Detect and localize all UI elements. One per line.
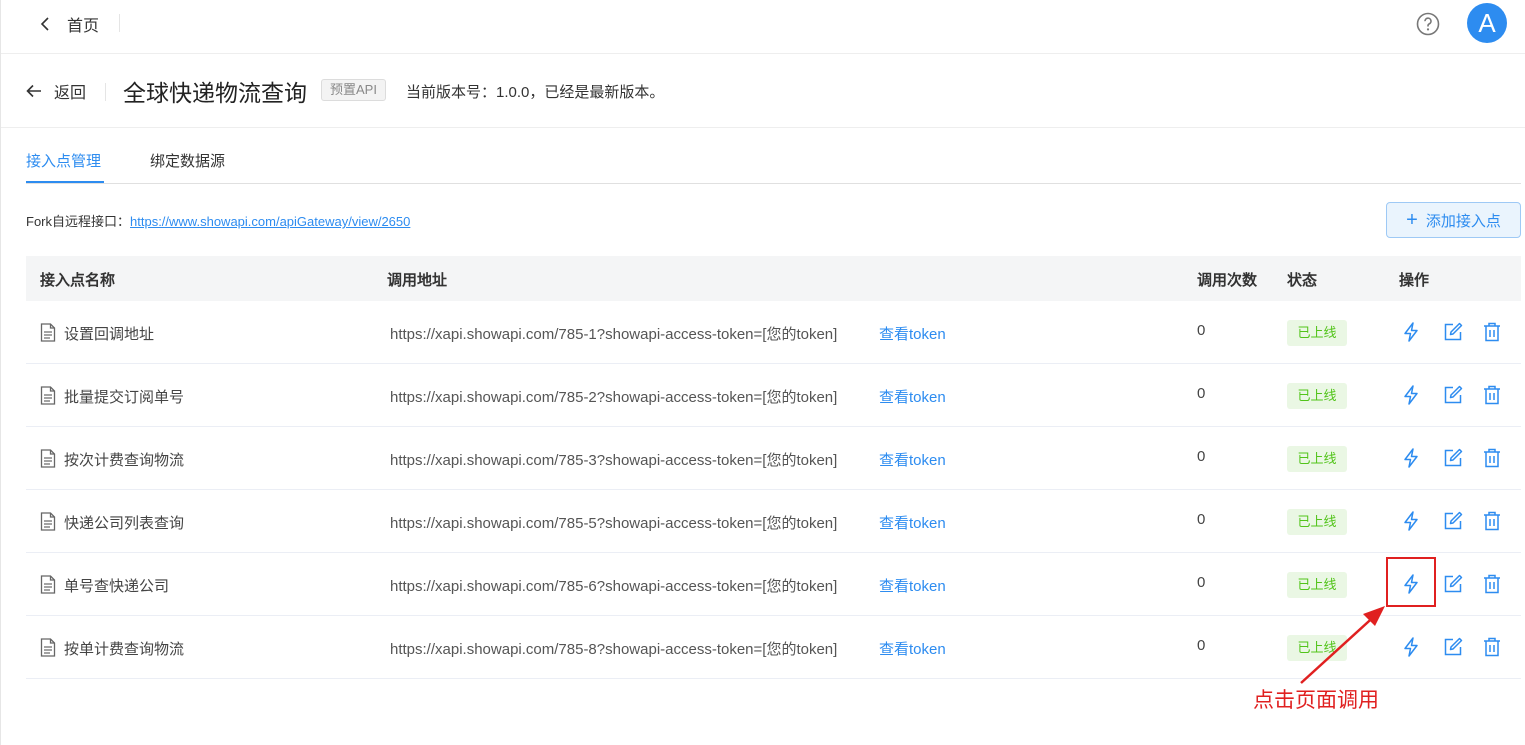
status-badge: 已上线 (1287, 320, 1347, 346)
annotation-text: 点击页面调用 (1253, 689, 1379, 712)
endpoint-url: https://xapi.showapi.com/785-3?showapi-a… (390, 452, 838, 469)
endpoint-name: 批量提交订阅单号 (64, 389, 185, 406)
lightning-icon[interactable] (1400, 447, 1422, 469)
header-status: 状态 (1287, 272, 1318, 289)
header-actions: 操作 (1399, 272, 1430, 289)
table-row: 按次计费查询物流 https://xapi.showapi.com/785-3?s… (26, 427, 1521, 490)
view-token-link[interactable]: 查看token (879, 575, 946, 596)
status-badge: 已上线 (1287, 635, 1347, 661)
trash-icon[interactable] (1481, 321, 1503, 343)
table-row: 按单计费查询物流 https://xapi.showapi.com/785-8?s… (26, 616, 1521, 679)
table-row: 快递公司列表查询 https://xapi.showapi.com/785-5?s… (26, 490, 1521, 553)
lightning-icon[interactable] (1400, 636, 1422, 658)
top-bar: 首页 A (1, 0, 1525, 54)
call-count: 0 (1197, 385, 1206, 402)
table-body: 设置回调地址 https://xapi.showapi.com/785-1?sho… (26, 301, 1521, 679)
document-icon (40, 638, 56, 657)
lightning-icon[interactable] (1400, 321, 1422, 343)
edit-icon[interactable] (1442, 447, 1464, 469)
active-tab-indicator (26, 181, 104, 183)
home-back-button[interactable]: 首页 (39, 12, 99, 36)
trash-icon[interactable] (1481, 573, 1503, 595)
tab-bar: 接入点管理 绑定数据源 (26, 128, 1521, 184)
endpoint-name: 按次计费查询物流 (64, 452, 185, 469)
edit-icon[interactable] (1442, 384, 1464, 406)
edit-icon[interactable] (1442, 510, 1464, 532)
fork-info: Fork自远程接口：https://www.showapi.com/apiGat… (26, 211, 410, 230)
divider (105, 83, 106, 101)
back-label: 返回 (54, 85, 87, 102)
endpoint-url: https://xapi.showapi.com/785-6?showapi-a… (390, 578, 838, 595)
api-type-badge: 预置API (321, 79, 386, 101)
table-row: 批量提交订阅单号 https://xapi.showapi.com/785-2?s… (26, 364, 1521, 427)
trash-icon[interactable] (1481, 384, 1503, 406)
back-button[interactable]: 返回 (26, 79, 86, 103)
call-count: 0 (1197, 574, 1206, 591)
call-count: 0 (1197, 637, 1206, 654)
annotation-highlight-box (1386, 557, 1436, 607)
arrow-left-icon (26, 84, 41, 98)
endpoint-table: 接入点名称 调用地址 调用次数 状态 操作 设置回调地址 https://xapi… (26, 256, 1521, 679)
tab-bind-datasource[interactable]: 绑定数据源 (150, 150, 225, 171)
edit-icon[interactable] (1442, 321, 1464, 343)
lightning-icon[interactable] (1400, 510, 1422, 532)
endpoint-url: https://xapi.showapi.com/785-2?showapi-a… (390, 389, 838, 406)
status-badge: 已上线 (1287, 572, 1347, 598)
add-endpoint-label: 添加接入点 (1425, 212, 1501, 230)
plus-icon: + (1406, 209, 1418, 231)
table-row: 设置回调地址 https://xapi.showapi.com/785-1?sho… (26, 301, 1521, 364)
tab-endpoint-management[interactable]: 接入点管理 (26, 150, 101, 171)
trash-icon[interactable] (1481, 447, 1503, 469)
call-count: 0 (1197, 511, 1206, 528)
status-badge: 已上线 (1287, 509, 1347, 535)
page-header: 返回 全球快递物流查询 预置API 当前版本号：1.0.0，已经是最新版本。 (1, 55, 1525, 128)
page-title: 全球快递物流查询 (123, 80, 307, 106)
header-name: 接入点名称 (40, 272, 116, 289)
trash-icon[interactable] (1481, 510, 1503, 532)
help-icon[interactable] (1416, 12, 1440, 36)
avatar[interactable]: A (1467, 3, 1507, 43)
version-text: 当前版本号：1.0.0，已经是最新版本。 (406, 84, 665, 101)
fork-link[interactable]: https://www.showapi.com/apiGateway/view/… (130, 214, 410, 229)
document-icon (40, 386, 56, 405)
document-icon (40, 575, 56, 594)
view-token-link[interactable]: 查看token (879, 449, 946, 470)
divider (119, 14, 120, 32)
endpoint-url: https://xapi.showapi.com/785-8?showapi-a… (390, 641, 838, 658)
page: 首页 A 返回 全球快递物流查询 预置API 当前版本号：1.0.0，已经是最新… (0, 0, 1525, 745)
trash-icon[interactable] (1481, 636, 1503, 658)
header-count: 调用次数 (1197, 272, 1258, 289)
lightning-icon[interactable] (1400, 384, 1422, 406)
header-url: 调用地址 (387, 272, 448, 289)
view-token-link[interactable]: 查看token (879, 323, 946, 344)
edit-icon[interactable] (1442, 573, 1464, 595)
endpoint-name: 单号查快递公司 (64, 578, 170, 595)
document-icon (40, 323, 56, 342)
add-endpoint-button[interactable]: + 添加接入点 (1386, 202, 1521, 238)
view-token-link[interactable]: 查看token (879, 638, 946, 659)
table-row: 单号查快递公司 https://xapi.showapi.com/785-6?sh… (26, 553, 1521, 616)
endpoint-name: 快递公司列表查询 (64, 515, 185, 532)
table-header: 接入点名称 调用地址 调用次数 状态 操作 (26, 256, 1521, 301)
endpoint-url: https://xapi.showapi.com/785-5?showapi-a… (390, 515, 838, 532)
call-count: 0 (1197, 322, 1206, 339)
edit-icon[interactable] (1442, 636, 1464, 658)
endpoint-url: https://xapi.showapi.com/785-1?showapi-a… (390, 326, 838, 343)
status-badge: 已上线 (1287, 446, 1347, 472)
view-token-link[interactable]: 查看token (879, 386, 946, 407)
endpoint-name: 按单计费查询物流 (64, 641, 185, 658)
status-badge: 已上线 (1287, 383, 1347, 409)
document-icon (40, 449, 56, 468)
document-icon (40, 512, 56, 531)
fork-label: Fork自远程接口： (26, 214, 131, 229)
call-count: 0 (1197, 448, 1206, 465)
endpoint-name: 设置回调地址 (64, 326, 155, 343)
chevron-left-icon (40, 17, 49, 31)
view-token-link[interactable]: 查看token (879, 512, 946, 533)
home-label: 首页 (67, 18, 100, 35)
